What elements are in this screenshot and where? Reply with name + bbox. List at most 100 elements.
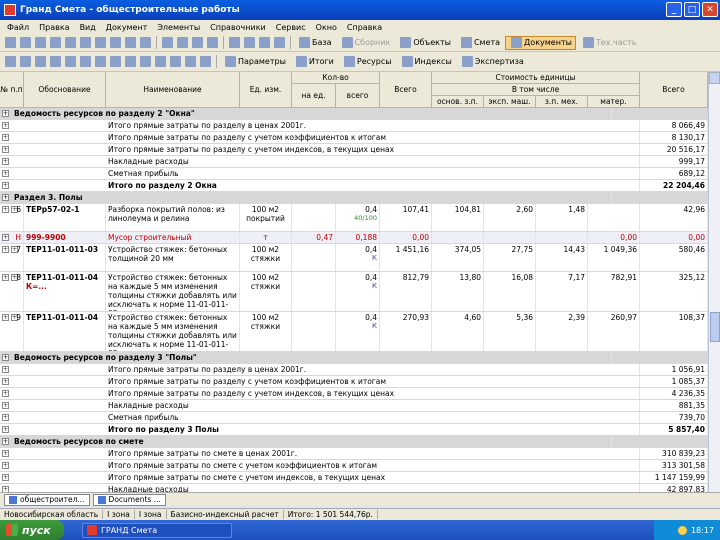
table-row[interactable]: + +8 ТЕР11-01-011-04 К=... Устройство стяжек… bbox=[0, 272, 708, 312]
table-row[interactable]: + Сметная прибыль 689,12 bbox=[0, 168, 708, 180]
col-qty[interactable]: Кол-во bbox=[292, 72, 380, 84]
paste-icon[interactable] bbox=[95, 37, 106, 48]
estimate-grid[interactable]: № п.п Обоснование Наименование Ед. изм. … bbox=[0, 72, 708, 492]
totals-button[interactable]: Итоги bbox=[291, 55, 337, 69]
table-row[interactable]: + +7 ТЕР11-01-011-03 Устройство стяжек: бет… bbox=[0, 244, 708, 272]
remove-icon[interactable] bbox=[125, 56, 136, 67]
expertise-button[interactable]: Экспертиза bbox=[457, 55, 527, 69]
table-row[interactable]: + Накладные расходы 881,35 bbox=[0, 400, 708, 412]
expand-icon[interactable]: + bbox=[2, 474, 9, 481]
section-row[interactable]: + Ведомость ресурсов по разделу 3 "Полы" bbox=[0, 352, 708, 364]
col-name[interactable]: Наименование bbox=[106, 72, 240, 108]
grid-icon[interactable] bbox=[35, 56, 46, 67]
table-row[interactable]: + Итого по разделу 3 Полы 5 857,40 bbox=[0, 424, 708, 436]
table-row[interactable]: + Итого прямые затраты по разделу с учето… bbox=[0, 376, 708, 388]
table-row[interactable]: + Н 999-9900 Мусор строительный т 0,47 0,188 0,… bbox=[0, 232, 708, 244]
table-row[interactable]: + Итого прямые затраты по разделу в ценах… bbox=[0, 120, 708, 132]
col-unit-cost[interactable]: Стоимость единицы bbox=[432, 72, 640, 84]
menu-item-4[interactable]: Элементы bbox=[152, 23, 205, 32]
expand-icon[interactable]: + bbox=[2, 378, 9, 385]
expand-icon[interactable]: + bbox=[2, 182, 9, 189]
table-row[interactable]: + Итого прямые затраты по смете в ценах 2… bbox=[0, 448, 708, 460]
table-row[interactable]: + Накладные расходы 42 897,83 bbox=[0, 484, 708, 492]
expand-icon[interactable]: + bbox=[2, 438, 9, 445]
maximize-button[interactable]: □ bbox=[684, 2, 700, 17]
scroll-up-icon[interactable] bbox=[709, 72, 720, 84]
table-row[interactable]: + Итого прямые затраты по смете с учетом … bbox=[0, 460, 708, 472]
print-icon[interactable] bbox=[50, 37, 61, 48]
table-row[interactable]: + Итого прямые затраты по разделу с учето… bbox=[0, 132, 708, 144]
col-total[interactable]: Всего bbox=[380, 72, 432, 108]
sum-icon[interactable] bbox=[170, 56, 181, 67]
section-row[interactable]: + Раздел 3. Полы bbox=[0, 192, 708, 204]
documents-button[interactable]: Документы bbox=[505, 35, 576, 50]
scroll-thumb[interactable] bbox=[710, 312, 720, 342]
filter-icon[interactable] bbox=[207, 37, 218, 48]
col-total2[interactable]: Всего bbox=[640, 72, 708, 108]
copy-icon[interactable] bbox=[80, 37, 91, 48]
col-unit[interactable]: Ед. изм. bbox=[240, 72, 292, 108]
undo-icon[interactable] bbox=[110, 37, 121, 48]
open-icon[interactable] bbox=[20, 37, 31, 48]
expand-icon[interactable]: + bbox=[2, 122, 9, 129]
col-incl[interactable]: В том числе bbox=[432, 84, 640, 96]
catalog-button[interactable]: Сборник bbox=[337, 36, 394, 50]
export-icon[interactable] bbox=[274, 37, 285, 48]
expand-icon[interactable]: + bbox=[2, 158, 9, 165]
sort-icon[interactable] bbox=[192, 37, 203, 48]
expand-icon[interactable]: + bbox=[2, 366, 9, 373]
table-row[interactable]: + Накладные расходы 999,17 bbox=[0, 156, 708, 168]
settings-icon[interactable] bbox=[244, 37, 255, 48]
table-row[interactable]: + Итого прямые затраты по разделу с учето… bbox=[0, 144, 708, 156]
expand-icon[interactable]: + bbox=[2, 194, 9, 201]
expand-icon[interactable]: + bbox=[2, 110, 9, 117]
down-icon[interactable] bbox=[95, 56, 106, 67]
menu-item-3[interactable]: Документ bbox=[101, 23, 153, 32]
expand-icon[interactable]: + bbox=[2, 402, 9, 409]
redo-icon[interactable] bbox=[125, 37, 136, 48]
up-icon[interactable] bbox=[80, 56, 91, 67]
save-icon[interactable] bbox=[35, 37, 46, 48]
col-machine[interactable]: эксп. маш. bbox=[484, 96, 536, 108]
minimize-button[interactable]: _ bbox=[666, 2, 682, 17]
table-row[interactable]: + Итого прямые затраты по разделу в ценах… bbox=[0, 364, 708, 376]
menu-item-6[interactable]: Сервис bbox=[271, 23, 311, 32]
section-row[interactable]: + Ведомость ресурсов по разделу 2 "Окна" bbox=[0, 108, 708, 120]
table-row[interactable]: + Итого прямые затраты по разделу с учето… bbox=[0, 388, 708, 400]
expand-icon[interactable]: + bbox=[2, 170, 9, 177]
section-row[interactable]: + Ведомость ресурсов по смете bbox=[0, 436, 708, 448]
expand-icon[interactable]: + bbox=[2, 462, 9, 469]
percent-icon[interactable] bbox=[155, 56, 166, 67]
tech-part-button[interactable]: Тех.часть bbox=[578, 36, 640, 50]
menu-item-1[interactable]: Правка bbox=[34, 23, 74, 32]
tab-documents[interactable]: Documents ... bbox=[92, 493, 166, 506]
view-icon[interactable] bbox=[5, 56, 16, 67]
table-row[interactable]: + +9 ТЕР11-01-011-04 Устройство стяжек: бет… bbox=[0, 312, 708, 352]
expand-icon[interactable]: + bbox=[2, 390, 9, 397]
calc-icon[interactable] bbox=[229, 37, 240, 48]
find-icon[interactable] bbox=[140, 37, 151, 48]
coef-icon[interactable] bbox=[140, 56, 151, 67]
expand-icon[interactable]: + bbox=[2, 414, 9, 421]
section-icon[interactable] bbox=[65, 56, 76, 67]
start-button[interactable]: пуск bbox=[0, 520, 64, 540]
table-icon[interactable] bbox=[177, 37, 188, 48]
expand-icon[interactable]: + bbox=[2, 134, 9, 141]
add-icon[interactable] bbox=[110, 56, 121, 67]
expand-icon[interactable]: + bbox=[2, 426, 9, 433]
menu-item-7[interactable]: Окно bbox=[311, 23, 342, 32]
price-icon[interactable] bbox=[200, 56, 211, 67]
resources-button[interactable]: Ресурсы bbox=[339, 55, 395, 69]
refresh-icon[interactable] bbox=[259, 37, 270, 48]
taskbar-app[interactable]: ГРАНД Смета bbox=[82, 522, 232, 538]
menu-item-0[interactable]: Файл bbox=[2, 23, 34, 32]
menu-item-8[interactable]: Справка bbox=[342, 23, 387, 32]
indices-button[interactable]: Индексы bbox=[397, 55, 455, 69]
params-button[interactable]: Параметры bbox=[220, 55, 289, 69]
menu-item-5[interactable]: Справочники bbox=[205, 23, 271, 32]
expand-icon[interactable]: + bbox=[2, 146, 9, 153]
col-machine-wage[interactable]: з.п. мех. bbox=[536, 96, 588, 108]
index-icon[interactable] bbox=[185, 56, 196, 67]
vertical-scrollbar[interactable] bbox=[708, 72, 720, 492]
expand-icon[interactable]: + bbox=[2, 354, 9, 361]
